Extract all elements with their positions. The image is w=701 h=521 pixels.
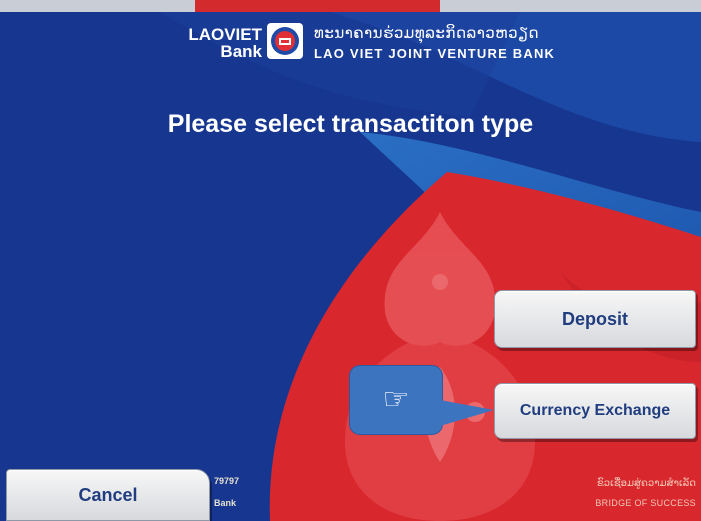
hint-callout: ☞: [350, 366, 442, 434]
cancel-button[interactable]: Cancel: [6, 469, 210, 521]
bank-name-english: LAO VIET JOINT VENTURE BANK: [314, 46, 556, 61]
deposit-button[interactable]: Deposit: [494, 290, 696, 348]
pointing-hand-icon: ☞: [382, 382, 410, 417]
background-artwork: [0, 12, 701, 521]
bank-logo: LAOVIET Bank ທະນາຄານຮ່ວມທຸລະກິດລາວຫວຽດ L…: [140, 22, 580, 68]
top-strip: [0, 0, 701, 12]
footer-left-text: Bank: [214, 498, 237, 508]
currency-exchange-button[interactable]: Currency Exchange: [494, 383, 696, 439]
bank-emblem-icon: [267, 23, 303, 59]
atm-screen: LAOVIET Bank ທະນາຄານຮ່ວມທຸລະກິດລາວຫວຽດ L…: [0, 0, 701, 521]
bank-name: LAOVIET Bank: [188, 25, 262, 61]
callout-pointer: [440, 400, 494, 426]
slogan-english: BRIDGE OF SUCCESS: [595, 498, 696, 508]
page-title: Please select transactiton type: [167, 110, 534, 138]
slogan-lao: ຂົວເຊື່ອມສູ່ຄວາມສຳເລັດ: [596, 478, 696, 489]
bank-name-lao: ທະນາຄານຮ່ວມທຸລະກິດລາວຫວຽດ: [314, 24, 540, 42]
footer-left-number: 79797: [214, 476, 240, 486]
